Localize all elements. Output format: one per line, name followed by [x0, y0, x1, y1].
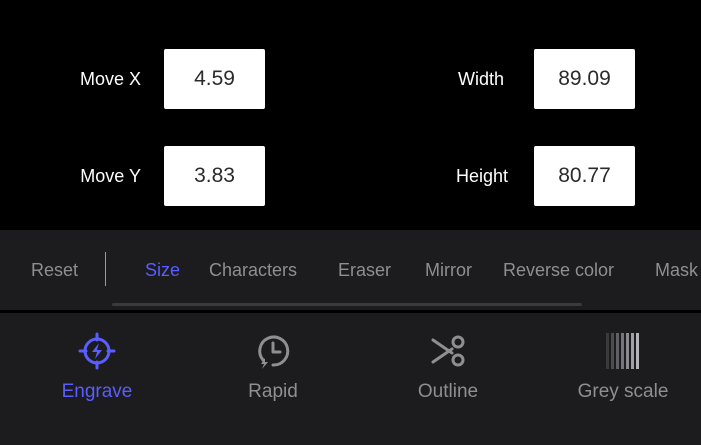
move-y-row: Move Y 3.83 [0, 146, 265, 206]
mode-rapid[interactable]: Rapid [188, 313, 358, 445]
engrave-icon [78, 332, 116, 370]
width-label: Width [457, 68, 504, 89]
mode-outline-label: Outline [417, 381, 479, 402]
mode-outline[interactable]: Outline [363, 313, 533, 445]
grey-scale-icon [606, 333, 639, 369]
transform-params-panel: Move X 4.59 Move Y 3.83 Width 89.09 Heig… [0, 0, 701, 230]
tab-mask[interactable]: Mask [655, 260, 698, 281]
edit-toolbar: Reset Size Characters Eraser Mirror Reve… [0, 230, 701, 310]
width-row: Width 89.09 [380, 49, 635, 109]
move-x-row: Move X 4.59 [0, 49, 265, 109]
reset-button[interactable]: Reset [31, 260, 78, 281]
mode-rapid-label: Rapid [248, 381, 298, 402]
move-x-input[interactable]: 4.59 [164, 49, 265, 109]
toolbar-scrollbar[interactable] [112, 303, 582, 306]
move-x-label: Move X [79, 68, 141, 89]
move-y-input[interactable]: 3.83 [164, 146, 265, 206]
tab-size[interactable]: Size [145, 260, 180, 281]
scissors-icon [431, 335, 465, 367]
height-row: Height 80.77 [380, 146, 635, 206]
tab-characters[interactable]: Characters [209, 260, 297, 281]
mode-grey-scale-label: Grey scale [577, 381, 669, 402]
mode-engrave-label: Engrave [61, 381, 133, 402]
move-y-label: Move Y [80, 165, 141, 186]
mode-grey-scale[interactable]: Grey scale [538, 313, 701, 445]
mode-selector: Engrave Rapid Outline Grey scale [0, 313, 701, 445]
rapid-clock-icon [258, 335, 290, 369]
toolbar-divider [105, 252, 106, 286]
tab-eraser[interactable]: Eraser [338, 260, 391, 281]
tab-mirror[interactable]: Mirror [425, 260, 472, 281]
width-input[interactable]: 89.09 [534, 49, 635, 109]
mode-engrave[interactable]: Engrave [12, 313, 182, 445]
height-input[interactable]: 80.77 [534, 146, 635, 206]
tab-reverse-color[interactable]: Reverse color [503, 260, 614, 281]
height-label: Height [455, 165, 508, 186]
